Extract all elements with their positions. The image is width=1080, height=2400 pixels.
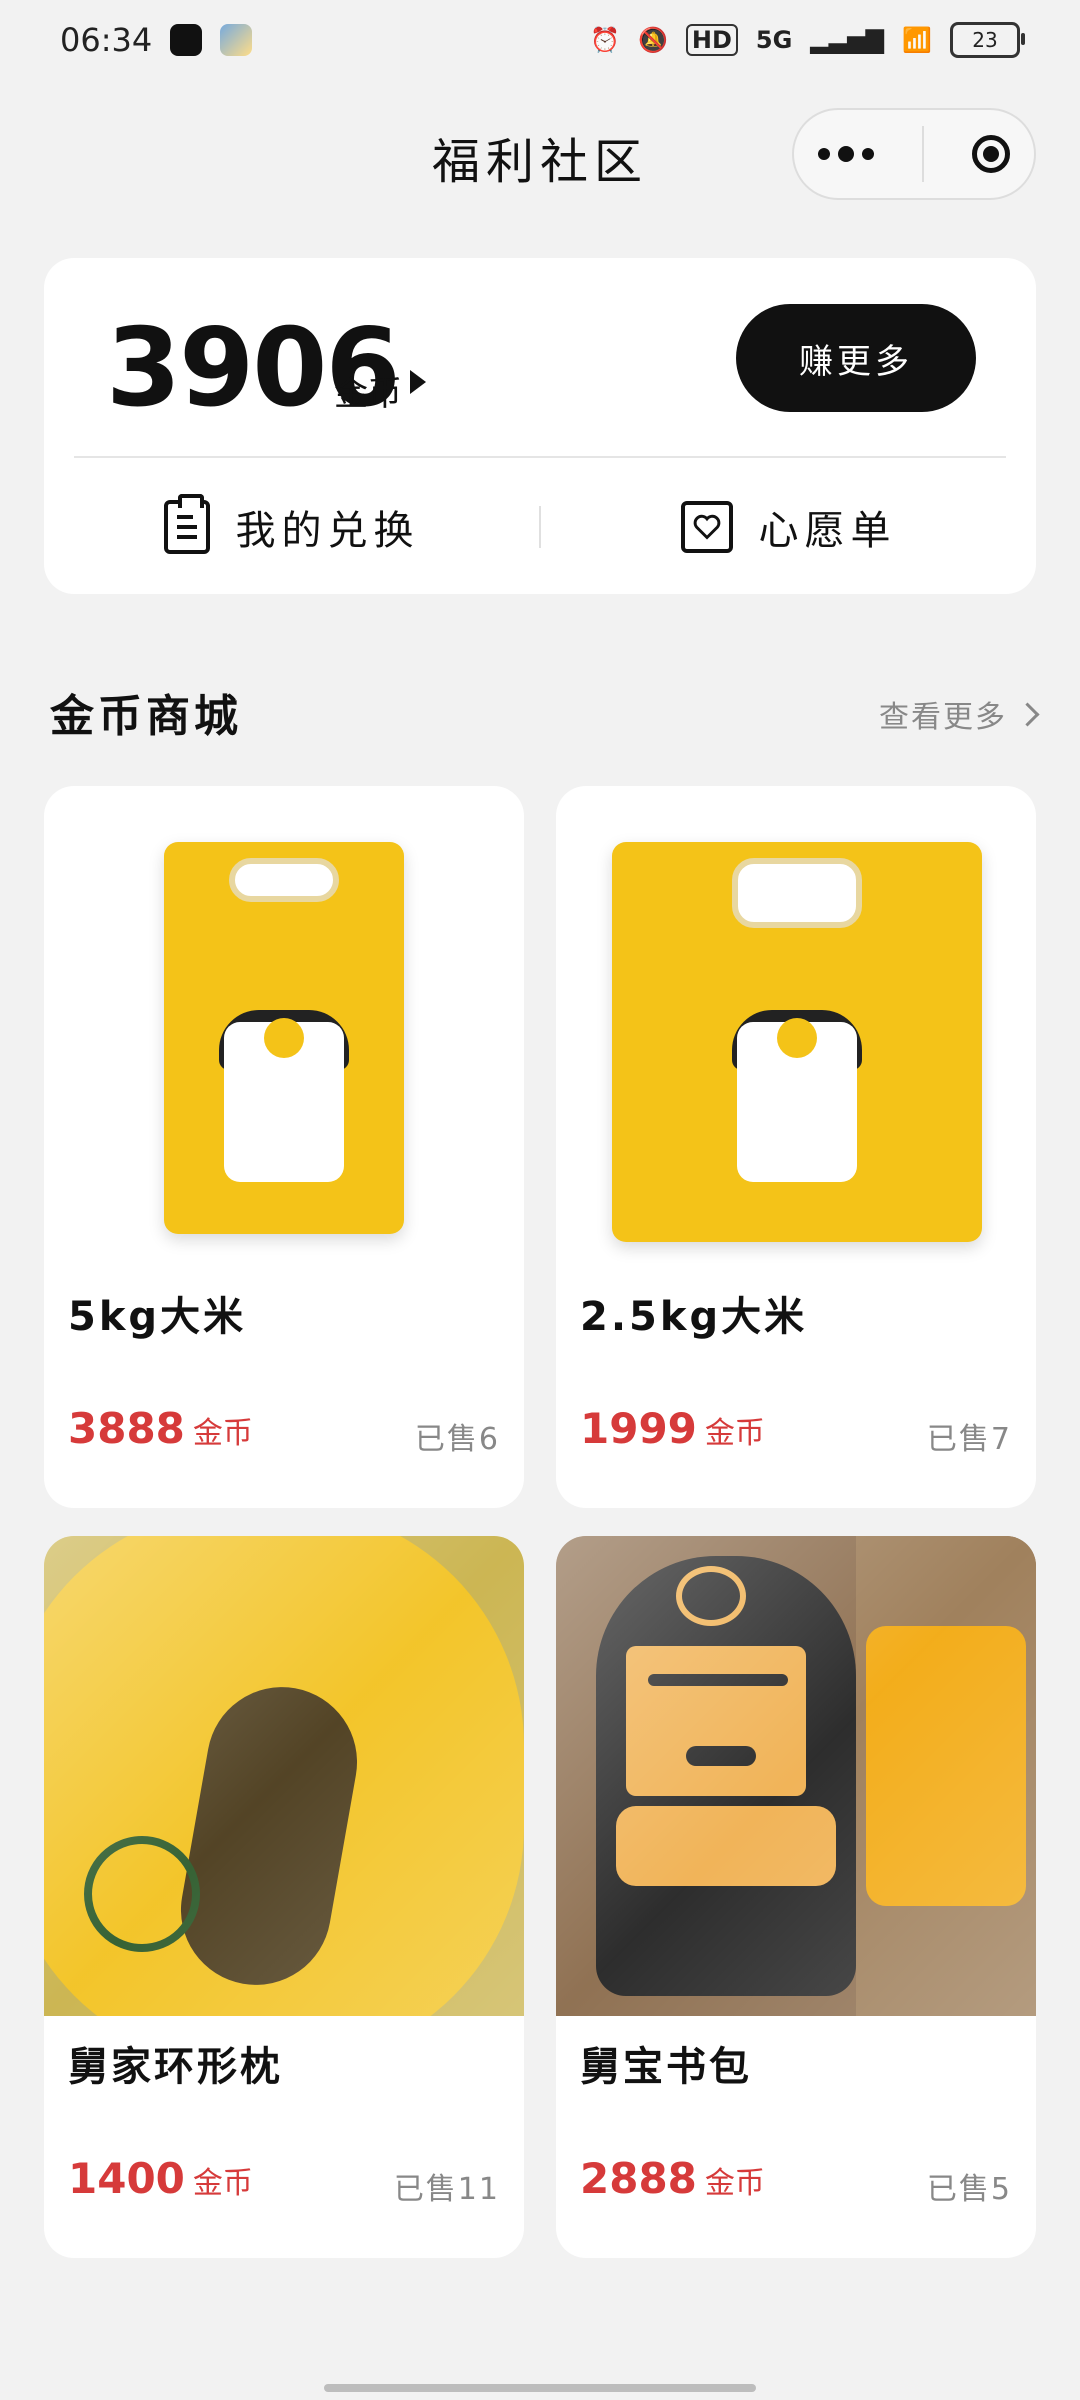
product-image-rice-2-5kg [556, 786, 1036, 1266]
sold-count: 已售7 [926, 1422, 1012, 1457]
product-price: 1999 金币 [580, 1404, 765, 1453]
product-price: 1400 金币 [68, 2154, 253, 2203]
coin-unit[interactable]: 金币 [334, 366, 402, 415]
card-actions: 我的兑换 心愿单 [44, 460, 1036, 594]
price-unit: 金币 [192, 2166, 253, 2201]
chevron-right-icon [1015, 701, 1040, 727]
price-value: 1400 [68, 2154, 185, 2203]
miniapp-capsule [792, 108, 1036, 200]
card-divider [74, 456, 1006, 458]
price-unit: 金币 [192, 1416, 253, 1451]
clipboard-icon [163, 494, 210, 554]
status-right: ⏰ 🔕 HD 5G ▂▃▅▇ 📶 23 [590, 22, 1025, 58]
product-card[interactable]: 5kg大米 3888 金币 已售6 [44, 786, 524, 1508]
sold-count: 已售5 [926, 2172, 1012, 2207]
alarm-icon: ⏰ [590, 26, 620, 54]
coins-card: 3906 金币 赚更多 我的兑换 心愿单 [44, 258, 1036, 594]
product-card[interactable]: 2.5kg大米 1999 金币 已售7 [556, 786, 1036, 1508]
signal-icon: ▂▃▅▇ [810, 26, 885, 54]
product-image-neck-pillow [44, 1536, 524, 2016]
view-more-label: 查看更多 [879, 700, 1007, 735]
product-name: 舅宝书包 [580, 2044, 752, 2090]
app-notification-icon [220, 24, 253, 56]
product-name: 5kg大米 [68, 1294, 247, 1340]
tiktok-app-icon [170, 24, 203, 56]
battery-level: 23 [972, 28, 998, 52]
network-label: 5G [755, 26, 793, 54]
product-image-rice-5kg [44, 786, 524, 1266]
capsule-divider [922, 126, 924, 182]
battery-icon: 23 [950, 22, 1025, 58]
product-name: 舅家环形枕 [68, 2044, 283, 2090]
product-card[interactable]: 舅宝书包 2888 金币 已售5 [556, 1536, 1036, 2258]
view-more-link[interactable]: 查看更多 [879, 692, 1040, 736]
heart-icon [680, 501, 733, 553]
price-value: 2888 [580, 2154, 697, 2203]
home-indicator[interactable] [324, 2384, 756, 2392]
price-unit: 金币 [704, 2166, 765, 2201]
price-value: 3888 [68, 1404, 185, 1453]
product-card[interactable]: 舅家环形枕 1400 金币 已售11 [44, 1536, 524, 2258]
status-time: 06:34 [60, 21, 153, 59]
sold-count: 已售11 [393, 2172, 500, 2207]
product-name: 2.5kg大米 [580, 1294, 808, 1340]
wishlist-label: 心愿单 [758, 508, 897, 554]
hd-badge: HD [685, 24, 738, 56]
section-title: 金币商城 [50, 691, 242, 742]
wishlist-button[interactable]: 心愿单 [541, 498, 1036, 556]
wifi-icon: 📶 [902, 26, 932, 54]
status-bar: 06:34 ⏰ 🔕 HD 5G ▂▃▅▇ 📶 23 [0, 0, 1080, 80]
my-exchange-label: 我的兑换 [235, 508, 420, 554]
nav-bar: 福利社区 [0, 104, 1080, 204]
status-left: 06:34 [60, 21, 253, 59]
product-price: 2888 金币 [580, 2154, 765, 2203]
product-price: 3888 金币 [68, 1404, 253, 1453]
price-unit: 金币 [704, 1416, 765, 1451]
section-header: 金币商城 查看更多 [50, 676, 1040, 742]
earn-more-button[interactable]: 赚更多 [736, 304, 976, 412]
mute-icon: 🔕 [637, 26, 668, 54]
my-exchange-button[interactable]: 我的兑换 [44, 494, 539, 556]
close-miniapp-icon[interactable] [972, 135, 1010, 173]
product-image-backpack [556, 1536, 1036, 2016]
more-icon[interactable] [818, 146, 874, 162]
sold-count: 已售6 [414, 1422, 500, 1457]
coin-detail-arrow-icon[interactable] [410, 370, 426, 394]
price-value: 1999 [580, 1404, 697, 1453]
